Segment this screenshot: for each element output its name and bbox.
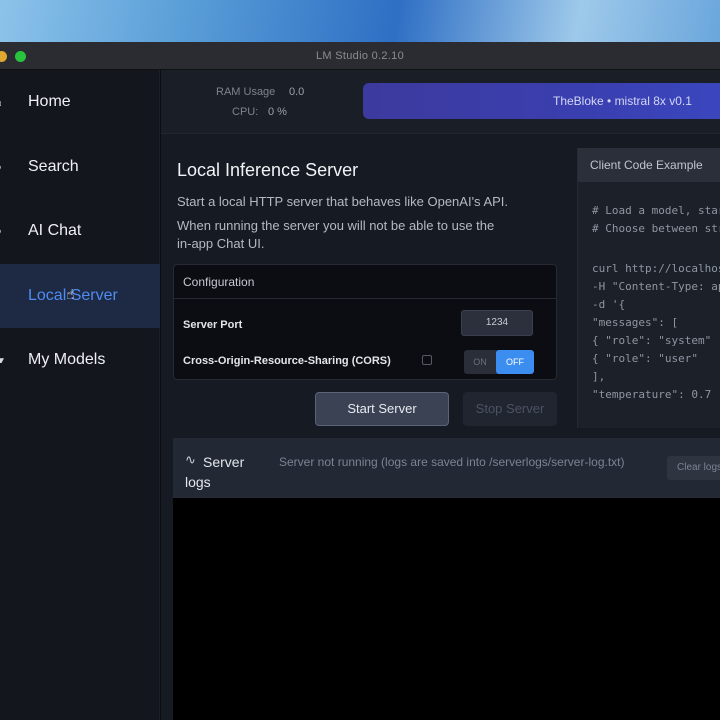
server-page: Local Inference Server Start a local HTT…: [161, 134, 720, 720]
folder-icon: ▰: [0, 353, 8, 367]
clear-logs-button[interactable]: Clear logs: [667, 456, 720, 480]
sidebar-item-my-models[interactable]: ▰ My Models: [0, 328, 160, 392]
model-selector[interactable]: TheBloke • mistral 8x v0.1: [363, 83, 720, 119]
top-status-bar: RAM Usage 0.0 CPU: 0 % TheBloke • mistra…: [161, 70, 720, 134]
sidebar-item-local-server[interactable]: › Local Server ☝: [0, 264, 160, 328]
sidebar-item-label: Search: [28, 158, 79, 175]
client-code-header: Client Code Example: [578, 148, 720, 182]
code-line: -d '{: [592, 298, 626, 311]
cpu-label: CPU:: [232, 106, 259, 118]
code-line: { "role": "user": [592, 352, 698, 365]
cors-toggle-off[interactable]: OFF: [496, 350, 534, 374]
server-logs-output: [173, 498, 720, 720]
model-name: TheBloke • mistral 8x v0.1: [553, 94, 692, 108]
server-logs-bar: ∿ Server logs Server not running (logs a…: [173, 438, 720, 498]
page-title: Local Inference Server: [177, 160, 359, 180]
server-port-label: Server Port: [183, 319, 243, 331]
server-description-line: Start a local HTTP server that behaves l…: [177, 194, 509, 209]
code-line: "messages": [: [592, 316, 679, 329]
home-icon: ⌂: [0, 95, 8, 109]
server-icon: ›: [0, 289, 8, 303]
cors-label: Cross-Origin-Resource-Sharing (CORS): [183, 355, 391, 367]
desktop-wallpaper: [0, 0, 720, 46]
server-description-line: in-app Chat UI.: [177, 236, 265, 251]
ram-usage-value: 0.0: [289, 86, 305, 98]
main-panel: RAM Usage 0.0 CPU: 0 % TheBloke • mistra…: [161, 70, 720, 720]
sidebar: ⌂ Home ● Search ● AI Chat › Local Server…: [0, 70, 160, 720]
server-description-line: When running the server you will not be …: [177, 218, 495, 233]
client-code-panel: Client Code Example # Load a model, star…: [577, 148, 720, 428]
chat-icon: ●: [0, 224, 8, 238]
code-line: { "role": "system": [592, 334, 712, 347]
start-server-button[interactable]: Start Server: [315, 392, 449, 426]
cpu-value: 0 %: [268, 106, 287, 118]
sidebar-item-label: Home: [28, 93, 71, 110]
info-icon[interactable]: [422, 355, 432, 365]
search-icon: ●: [0, 160, 8, 174]
cors-toggle-on[interactable]: ON: [464, 350, 496, 374]
code-line: curl http://localhost:1234: [592, 262, 720, 275]
sidebar-item-ai-chat[interactable]: ● AI Chat: [0, 199, 160, 263]
code-line: # Load a model, start the server: [592, 204, 720, 217]
code-line: "temperature": 0.7: [592, 388, 712, 401]
server-logs-status: Server not running (logs are saved into …: [279, 455, 625, 469]
sidebar-item-search[interactable]: ● Search: [0, 135, 160, 199]
window-title: LM Studio 0.2.10: [316, 50, 404, 62]
code-line: ],: [592, 370, 606, 383]
pointer-cursor-icon: ☝: [66, 286, 75, 302]
sidebar-item-label: AI Chat: [28, 222, 82, 239]
server-port-input[interactable]: 1234: [461, 310, 533, 336]
sidebar-item-home[interactable]: ⌂ Home: [0, 70, 160, 134]
stop-server-button[interactable]: Stop Server: [463, 392, 557, 426]
configuration-header: Configuration: [174, 265, 556, 299]
cors-toggle[interactable]: ON OFF: [464, 350, 534, 374]
server-logs-title: Server logs: [185, 454, 245, 490]
code-line: -H "Content-Type: application: [592, 280, 720, 293]
code-line: # Choose between streaming: [592, 222, 720, 235]
sidebar-item-label: My Models: [28, 351, 106, 368]
ram-usage-label: RAM Usage: [216, 86, 276, 98]
